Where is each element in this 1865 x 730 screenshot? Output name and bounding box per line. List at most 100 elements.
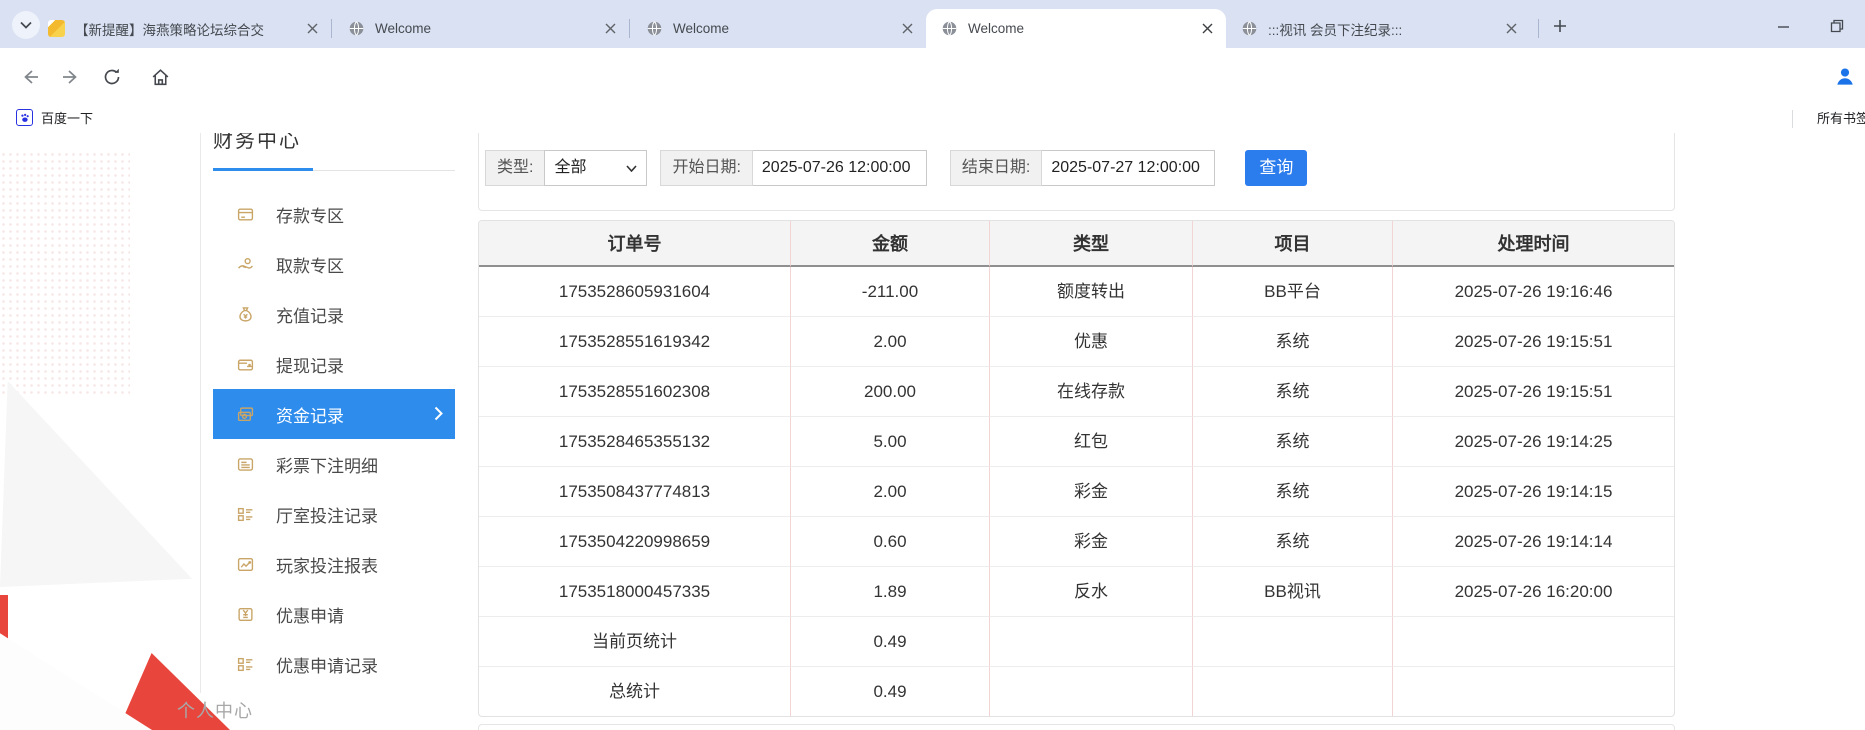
tab-separator bbox=[1538, 19, 1539, 38]
tab-video-records[interactable]: :::视讯 会员下注纪录::: bbox=[1226, 9, 1530, 48]
table-cell: 0.60 bbox=[791, 517, 990, 567]
tab-welcome-active[interactable]: Welcome bbox=[926, 9, 1226, 48]
sidebar-item-funds-records[interactable]: 资金记录 bbox=[213, 389, 455, 439]
table-cell bbox=[1393, 667, 1674, 717]
table-cell bbox=[990, 617, 1193, 667]
chart-report-icon bbox=[237, 556, 254, 573]
browser-toolbar: js13.cc/hhcp/usercenter.html?iniType=6 bbox=[0, 48, 1865, 105]
baidu-favicon-icon bbox=[16, 109, 33, 126]
tab-bar: 【新提醒】海燕策略论坛综合交 Welcome Welcome Welcome :… bbox=[0, 0, 1865, 48]
funds-record-table: 订单号 金额 类型 项目 处理时间 1753528605931604 -211.… bbox=[478, 220, 1675, 717]
table-cell: 1753528605931604 bbox=[479, 267, 791, 317]
home-button[interactable] bbox=[148, 65, 172, 89]
profile-avatar[interactable] bbox=[1833, 64, 1857, 88]
tab-close-icon[interactable] bbox=[1198, 20, 1216, 38]
sidebar-item-withdraw-zone[interactable]: 取款专区 bbox=[213, 239, 455, 289]
tab-title: Welcome bbox=[673, 21, 892, 36]
table-cell bbox=[1393, 617, 1674, 667]
reload-icon bbox=[102, 67, 122, 87]
back-button[interactable] bbox=[19, 65, 43, 89]
new-tab-button[interactable] bbox=[1548, 14, 1572, 38]
table-cell: -211.00 bbox=[791, 267, 990, 317]
sidebar-item-promo-apply-records[interactable]: 优惠申请记录 bbox=[213, 639, 455, 689]
globe-favicon-icon bbox=[941, 20, 958, 37]
chevron-down-icon bbox=[20, 21, 32, 29]
reload-button[interactable] bbox=[100, 65, 124, 89]
select-arrow-icon bbox=[626, 165, 637, 172]
tab-title: :::视讯 会员下注纪录::: bbox=[1268, 19, 1496, 39]
chevron-right-icon bbox=[434, 406, 443, 421]
bookmark-label: 百度一下 bbox=[41, 108, 93, 127]
grid-list-icon bbox=[237, 506, 254, 523]
table-cell: 0.49 bbox=[791, 617, 990, 667]
minimize-button[interactable] bbox=[1768, 14, 1798, 38]
table-cell: 1753528551602308 bbox=[479, 367, 791, 417]
table-cell: 2.00 bbox=[791, 317, 990, 367]
all-bookmarks-button[interactable]: 所有书签 bbox=[1810, 108, 1865, 127]
bookmarks-bar: 百度一下 所有书签 bbox=[0, 105, 1865, 133]
tab-close-icon[interactable] bbox=[1502, 20, 1520, 38]
sidebar-item-recharge-records[interactable]: 充值记录 bbox=[213, 289, 455, 339]
page-content: 财务中心 存款专区 取款专区 充值记录 提现记录 资金记录 彩票下注明细 厅室投… bbox=[0, 133, 1865, 730]
table-cell: 系统 bbox=[1193, 367, 1393, 417]
person-icon bbox=[1833, 64, 1857, 89]
table-cell: 2025-07-26 19:15:51 bbox=[1393, 367, 1674, 417]
grid-list-icon bbox=[237, 656, 254, 673]
table-cell: 在线存款 bbox=[990, 367, 1193, 417]
table-cell bbox=[1193, 667, 1393, 717]
table-cell: 系统 bbox=[1193, 517, 1393, 567]
deposit-card-icon bbox=[237, 206, 254, 223]
plus-icon bbox=[1553, 19, 1567, 33]
restore-icon bbox=[1830, 19, 1844, 33]
tab-welcome-1[interactable]: Welcome bbox=[333, 9, 629, 48]
globe-favicon-icon bbox=[1241, 20, 1258, 37]
bookmark-baidu[interactable]: 百度一下 bbox=[16, 108, 93, 127]
end-date-input[interactable]: 2025-07-27 12:00:00 bbox=[1042, 150, 1215, 186]
pagination-panel bbox=[478, 724, 1675, 730]
column-header: 类型 bbox=[990, 221, 1193, 267]
table-cell: 2025-07-26 19:14:25 bbox=[1393, 417, 1674, 467]
search-button[interactable]: 查询 bbox=[1245, 150, 1307, 186]
table-cell: 5.00 bbox=[791, 417, 990, 467]
forward-button[interactable] bbox=[58, 65, 82, 89]
table-cell: 系统 bbox=[1193, 467, 1393, 517]
sidebar-item-deposit-zone[interactable]: 存款专区 bbox=[213, 189, 455, 239]
sidebar-item-withdrawal-records[interactable]: 提现记录 bbox=[213, 339, 455, 389]
funds-record-icon bbox=[237, 406, 254, 423]
sidebar-heading-accent bbox=[213, 168, 313, 171]
tab-close-icon[interactable] bbox=[898, 20, 916, 38]
sidebar-item-hall-bet-records[interactable]: 厅室投注记录 bbox=[213, 489, 455, 539]
tab-welcome-2[interactable]: Welcome bbox=[631, 9, 926, 48]
table-cell: 1753528551619342 bbox=[479, 317, 791, 367]
sidebar-item-player-bet-report[interactable]: 玩家投注报表 bbox=[213, 539, 455, 589]
start-date-input[interactable]: 2025-07-26 12:00:00 bbox=[753, 150, 927, 186]
list-detail-icon bbox=[237, 456, 254, 473]
table-cell: 0.49 bbox=[791, 667, 990, 717]
sidebar-item-promo-apply[interactable]: 优惠申请 bbox=[213, 589, 455, 639]
table-cell: 1753528465355132 bbox=[479, 417, 791, 467]
wallet-icon bbox=[237, 356, 254, 373]
tab-title: Welcome bbox=[375, 21, 595, 36]
tab-close-icon[interactable] bbox=[601, 20, 619, 38]
column-header: 处理时间 bbox=[1393, 221, 1674, 267]
document-favicon-icon bbox=[48, 20, 65, 37]
start-date-label: 开始日期: bbox=[660, 150, 752, 186]
sidebar-item-lottery-bet-details[interactable]: 彩票下注明细 bbox=[213, 439, 455, 489]
table-cell: 彩金 bbox=[990, 517, 1193, 567]
table-cell: 红包 bbox=[990, 417, 1193, 467]
table-cell: 1753518000457335 bbox=[479, 567, 791, 617]
table-cell: BB平台 bbox=[1193, 267, 1393, 317]
table-cell: 2025-07-26 19:15:51 bbox=[1393, 317, 1674, 367]
type-label: 类型: bbox=[485, 150, 544, 186]
promo-ticket-icon bbox=[237, 606, 254, 623]
forward-arrow-icon bbox=[60, 67, 80, 87]
sidebar-section-personal-center: 个人中心 bbox=[177, 697, 253, 723]
table-cell: 系统 bbox=[1193, 417, 1393, 467]
tab-close-icon[interactable] bbox=[303, 20, 321, 38]
tab-separator bbox=[629, 19, 630, 38]
type-select[interactable]: 全部 bbox=[544, 150, 647, 186]
table-cell: 2025-07-26 19:14:15 bbox=[1393, 467, 1674, 517]
maximize-button[interactable] bbox=[1822, 14, 1852, 38]
tab-separator bbox=[331, 19, 332, 38]
tab-forum[interactable]: 【新提醒】海燕策略论坛综合交 bbox=[33, 9, 331, 48]
